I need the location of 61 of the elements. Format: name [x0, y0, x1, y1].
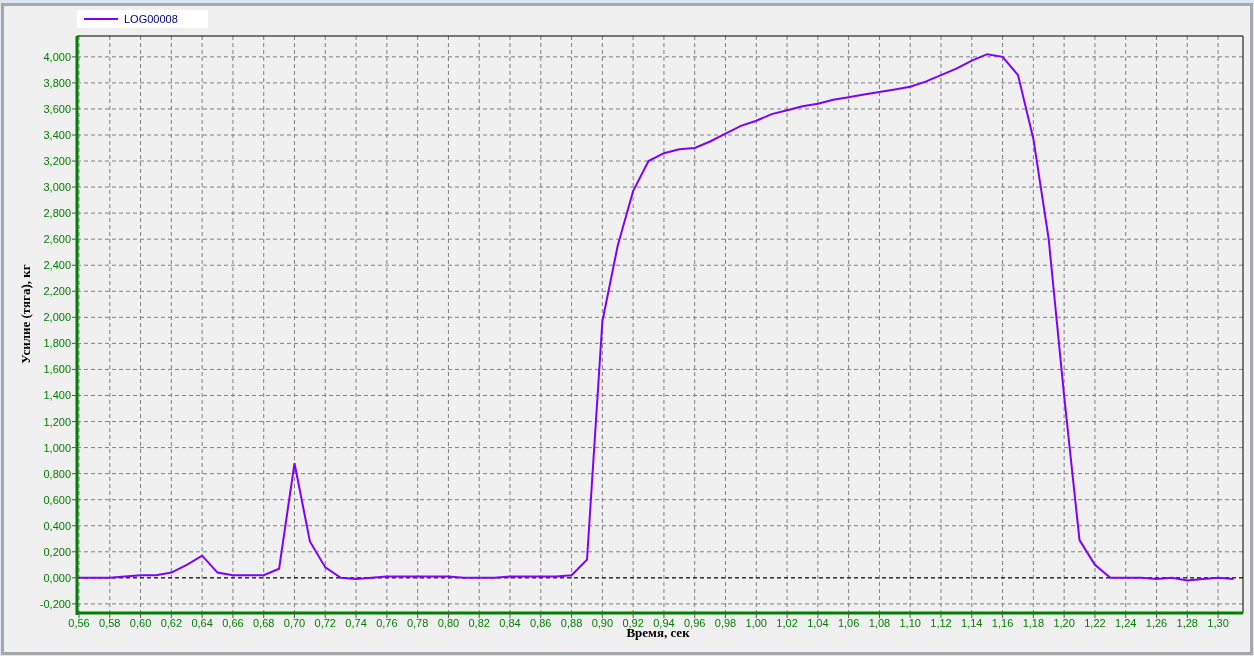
x-tick-label: 1,00 [745, 617, 767, 629]
x-tick-label: 0,82 [468, 617, 490, 629]
x-tick-label: 0,64 [191, 617, 213, 629]
x-tick-label: 0,86 [530, 617, 552, 629]
x-tick-label: 1,06 [837, 617, 860, 629]
y-tick-label: 3,600 [43, 102, 71, 115]
x-tick-label: 0,58 [99, 617, 121, 629]
x-tick-label: 0,76 [376, 617, 398, 629]
y-axis-title: Усилие (тяга), кг [18, 264, 33, 364]
x-tick-label: 1,30 [1207, 617, 1229, 629]
x-tick-label: 1,02 [776, 617, 798, 629]
y-tick-label: 0,400 [43, 519, 71, 532]
x-tick-label: 0,78 [406, 617, 429, 629]
y-tick-label: 0,000 [43, 571, 71, 584]
y-tick-label: 1,000 [43, 441, 71, 454]
x-tick-label: 0,70 [283, 617, 306, 629]
x-tick-label: 0,56 [68, 617, 90, 629]
x-tick-label: 0,74 [345, 617, 367, 629]
y-tick-label: 2,600 [43, 233, 71, 246]
y-tick-label: 3,800 [43, 76, 71, 89]
x-tick-label: 0,80 [437, 617, 460, 629]
y-tick-label: -0,200 [39, 597, 71, 610]
x-tick-label: 0,66 [222, 617, 244, 629]
y-tick-label: 3,000 [43, 181, 71, 194]
x-tick-label: 0,88 [560, 617, 583, 629]
legend-label: LOG00008 [124, 13, 178, 25]
y-tick-label: 3,200 [43, 155, 71, 168]
y-tick-label: 0,200 [43, 545, 71, 558]
y-tick-label: 1,400 [43, 389, 71, 402]
x-tick-label: 1,04 [807, 617, 829, 629]
x-tick-label: 0,90 [591, 617, 614, 629]
x-tick-label: 0,84 [499, 617, 521, 629]
x-tick-label: 0,62 [160, 617, 183, 629]
x-tick-label: 0,96 [684, 617, 706, 629]
y-tick-label: 3,400 [43, 129, 71, 141]
y-tick-label: 4,000 [43, 50, 71, 63]
x-tick-label: 1,12 [930, 617, 952, 629]
y-tick-label: 2,400 [43, 259, 71, 272]
y-tick-label: 0,800 [43, 467, 71, 480]
x-tick-label: 0,60 [129, 617, 152, 629]
x-tick-label: 1,16 [991, 617, 1014, 629]
y-tick-label: 1,200 [43, 415, 71, 428]
x-tick-label: 1,14 [961, 617, 983, 629]
x-tick-label: 1,18 [1022, 617, 1045, 629]
y-tick-label: 2,800 [43, 207, 71, 220]
y-tick-label: 1,600 [43, 363, 71, 376]
y-tick-label: 2,000 [43, 311, 71, 324]
y-tick-label: 0,600 [43, 493, 71, 506]
x-tick-label: 1,08 [868, 617, 891, 629]
x-tick-label: 1,10 [899, 617, 921, 629]
y-tick-label: 1,800 [43, 337, 71, 350]
x-tick-label: 0,68 [253, 617, 275, 629]
x-tick-label: 0,98 [714, 617, 737, 629]
x-tick-label: 0,72 [314, 617, 336, 629]
x-tick-label: 1,24 [1115, 617, 1137, 629]
x-tick-label: 1,22 [1084, 617, 1106, 629]
x-tick-label: 1,20 [1053, 617, 1075, 629]
x-tick-label: 1,26 [1145, 617, 1168, 629]
x-tick-label: 0,94 [653, 617, 675, 629]
x-tick-label: 1,28 [1176, 617, 1198, 629]
y-tick-label: 2,200 [43, 285, 71, 298]
